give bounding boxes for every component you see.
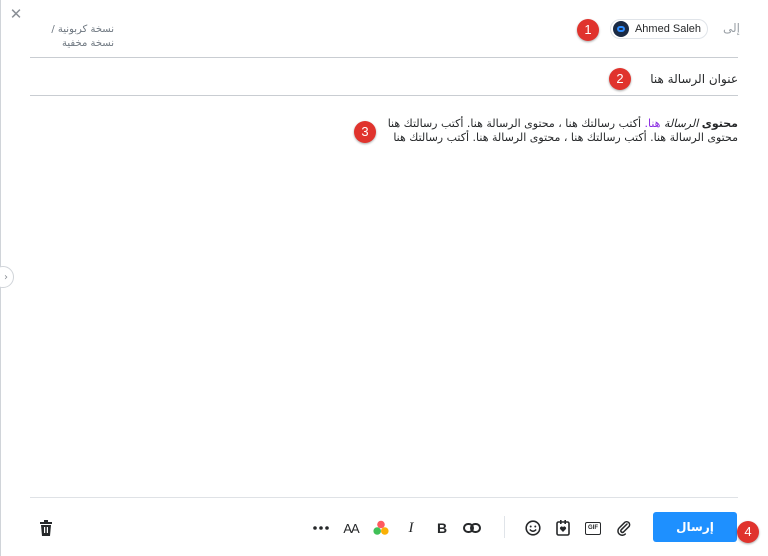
font-size-icon[interactable]: AA [341,518,361,538]
italic-icon[interactable]: I [401,518,421,538]
bcc-link[interactable]: نسخة مخفية [54,37,114,51]
sticker-icon[interactable] [553,518,573,538]
recipient-name: Ahmed Saleh [634,23,701,35]
emoji-icon[interactable] [523,518,543,538]
marker-4: 4 [737,521,759,543]
body-line-1-rest: أكتب رسالتك هنا ، محتوى الرسالة هنا. أكت… [387,117,642,130]
body-bold-text: محتوى [701,117,738,130]
close-icon[interactable]: ✕ [8,6,24,22]
bold-icon[interactable]: B [432,518,452,538]
collapse-sidebar-icon[interactable]: › [0,266,14,288]
color-icon[interactable] [371,518,391,538]
more-icon[interactable] [311,518,331,538]
gif-label: GIF [585,521,601,535]
divider [30,95,738,96]
divider [30,57,738,58]
to-label: إلى [723,21,740,35]
divider [30,497,738,498]
body-italic-text: الرسالة [663,117,699,130]
message-body[interactable]: محتوى الرسالة هنا. أكتب رسالتك هنا ، محت… [378,117,738,145]
avatar [612,21,629,37]
send-button[interactable]: إرسال [653,512,737,542]
marker-2: 2 [609,68,631,90]
delete-icon[interactable] [36,518,56,538]
toolbar-separator [504,516,505,538]
gif-icon[interactable]: GIF [583,518,603,538]
body-line-2: محتوى الرسالة هنا. أكتب رسالتك هنا ، محت… [393,131,738,144]
recipient-chip[interactable]: Ahmed Saleh [609,19,708,39]
marker-3: 3 [354,121,376,143]
attach-icon[interactable] [614,518,634,538]
link-icon[interactable] [462,518,482,538]
body-line-1: محتوى الرسالة هنا. أكتب رسالتك هنا ، محت… [378,117,738,131]
cc-bcc-links: نسخة كربونية / نسخة مخفية [51,23,114,51]
cc-link[interactable]: نسخة كربونية / [51,23,114,37]
marker-1: 1 [577,19,599,41]
subject-field[interactable]: عنوان الرسالة هنا [650,72,738,86]
body-highlight-text: هنا. [644,117,661,130]
